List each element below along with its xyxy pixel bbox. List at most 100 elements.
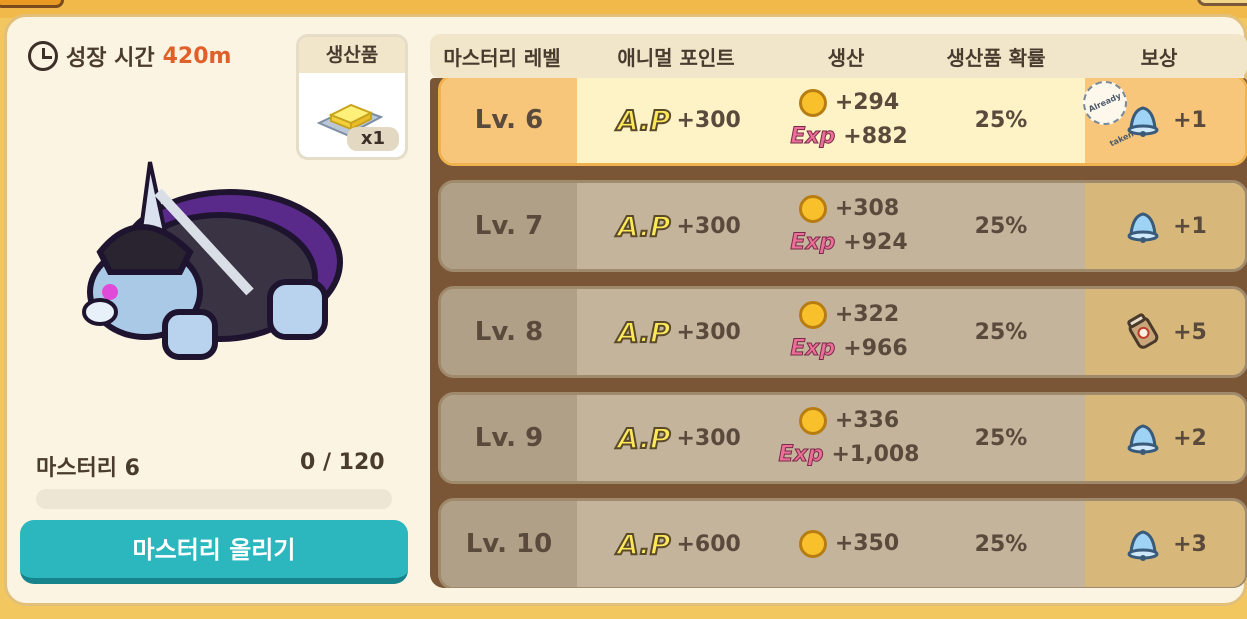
bell-icon [1123, 524, 1163, 564]
ap-badge-icon: A.P [616, 315, 671, 350]
exp-value: +1,008 [831, 442, 920, 467]
exp-line: Exp +924 [790, 226, 908, 260]
probability-text: 25% [974, 531, 1028, 557]
top-right-tab[interactable] [1197, 0, 1247, 6]
production-cell: +294 Exp +882 [781, 78, 917, 163]
animal-point-cell: A.P +300 [577, 395, 781, 481]
coin-icon [798, 301, 827, 329]
mastery-rows: Lv. 5A.P+300+280Exp+84025%+1Lv. 6A.P+300… [430, 78, 1247, 588]
growth-label: 성장 시간 [66, 46, 155, 71]
level-cell: Lv. 6 [441, 78, 577, 163]
production-cell: +336 Exp +1,008 [778, 395, 920, 481]
product-header: 생산품 [299, 37, 405, 73]
level-text: Lv. 6 [474, 105, 544, 135]
level-cell: Lv. 8 [441, 289, 577, 375]
growth-value: 420m [162, 43, 232, 69]
ap-value: +300 [676, 107, 741, 133]
reward-value: +5 [1173, 319, 1207, 345]
table-row[interactable]: Lv. 10 A.P +600 +350 25% +3 [438, 498, 1247, 588]
coin-value: +322 [834, 302, 900, 327]
armored-bear-creature [82, 161, 343, 360]
level-cell: Lv. 10 [441, 501, 577, 587]
exp-value: +924 [843, 230, 908, 255]
level-text: Lv. 8 [474, 317, 544, 347]
level-text: Lv. 9 [474, 423, 544, 453]
raise-mastery-button[interactable]: 마스터리 올리기 [20, 520, 408, 584]
probability-cell: 25% [917, 501, 1085, 587]
coin-line: +350 [798, 527, 900, 561]
reward-value: +1 [1173, 213, 1207, 239]
ap-value: +300 [676, 425, 741, 451]
probability-cell: 25% [917, 183, 1085, 269]
ap-value: +600 [676, 531, 741, 557]
mastery-label: 마스터리 6 [36, 456, 140, 481]
mastery-table-scroll[interactable]: Lv. 5A.P+300+280Exp+84025%+1Lv. 6A.P+300… [430, 78, 1247, 588]
table-row[interactable]: Lv. 6 A.P +300 +294 Exp +882 25% +1 Already take… [438, 78, 1247, 166]
level-text: Lv. 10 [465, 529, 553, 559]
production-cell: +308 Exp +924 [781, 183, 917, 269]
exp-line: Exp +882 [790, 120, 908, 154]
coin-icon [798, 195, 827, 223]
level-text: Lv. 7 [474, 211, 544, 241]
probability-cell: 25% [917, 289, 1085, 375]
exp-value: +882 [843, 124, 908, 149]
ap-badge-icon: A.P [616, 209, 671, 244]
clock-icon [28, 41, 58, 71]
probability-cell: 25% [917, 395, 1085, 481]
ap-badge-icon: A.P [616, 421, 671, 456]
animal-point-cell: A.P +300 [577, 289, 781, 375]
ap-value: +300 [676, 213, 741, 239]
header-reward: 보상 [1140, 45, 1178, 70]
reward-value: +1 [1173, 107, 1207, 133]
animal-point-cell: A.P +300 [577, 78, 781, 163]
header-production: 생산 [827, 45, 865, 70]
level-cell: Lv. 7 [441, 183, 577, 269]
reward-cell[interactable]: +2 [1085, 395, 1245, 481]
ap-value: +300 [676, 319, 741, 345]
exp-badge-icon: Exp [778, 442, 824, 468]
probability-cell: 25% [917, 78, 1085, 163]
header-animal-point: 애니멀 포인트 [617, 45, 735, 70]
coin-icon [798, 89, 827, 117]
level-cell: Lv. 9 [441, 395, 577, 481]
ap-badge-icon: A.P [616, 527, 671, 562]
growth-time: 성장 시간 420m [28, 40, 231, 72]
reward-cell[interactable]: +3 [1085, 501, 1245, 587]
reward-cell[interactable]: +5 [1085, 289, 1245, 375]
header-probability: 생산품 확률 [946, 45, 1046, 70]
exp-line: Exp +966 [790, 332, 908, 366]
reward-value: +3 [1173, 531, 1207, 557]
table-row[interactable]: Lv. 9 A.P +300 +336 Exp +1,008 25% +2 [438, 392, 1247, 484]
coin-line: +336 [798, 404, 900, 438]
jar-icon [1123, 312, 1163, 352]
table-row[interactable]: Lv. 8 A.P +300 +322 Exp +966 25% +5 [438, 286, 1247, 378]
coin-icon [798, 407, 827, 435]
reward-value: +2 [1173, 425, 1207, 451]
mastery-progress-text: 0 / 120 [300, 450, 385, 475]
exp-badge-icon: Exp [790, 124, 836, 150]
probability-text: 25% [974, 213, 1028, 239]
exp-badge-icon: Exp [790, 336, 836, 362]
animal-point-cell: A.P +600 [577, 501, 781, 587]
exp-badge-icon: Exp [790, 230, 836, 256]
coin-value: +308 [834, 196, 900, 221]
bell-icon [1123, 418, 1163, 458]
exp-line: Exp +1,008 [778, 438, 920, 472]
exp-value: +966 [843, 336, 908, 361]
coin-value: +350 [834, 531, 900, 556]
ap-badge-icon: A.P [616, 103, 671, 138]
coin-line: +322 [798, 298, 900, 332]
table-row[interactable]: Lv. 7 A.P +300 +308 Exp +924 25% +1 [438, 180, 1247, 272]
production-cell: +350 [781, 501, 917, 587]
coin-line: +308 [798, 192, 900, 226]
reward-cell[interactable]: +1 [1085, 183, 1245, 269]
probability-text: 25% [974, 319, 1028, 345]
table-header: 마스터리 레벨 애니멀 포인트 생산 생산품 확률 보상 [430, 34, 1247, 78]
mastery-progress-bar [36, 489, 392, 509]
coin-icon [798, 530, 827, 558]
probability-text: 25% [974, 425, 1028, 451]
coin-value: +336 [834, 408, 900, 433]
probability-text: 25% [974, 107, 1028, 133]
bell-icon [1123, 206, 1163, 246]
top-left-tab[interactable] [0, 0, 64, 8]
